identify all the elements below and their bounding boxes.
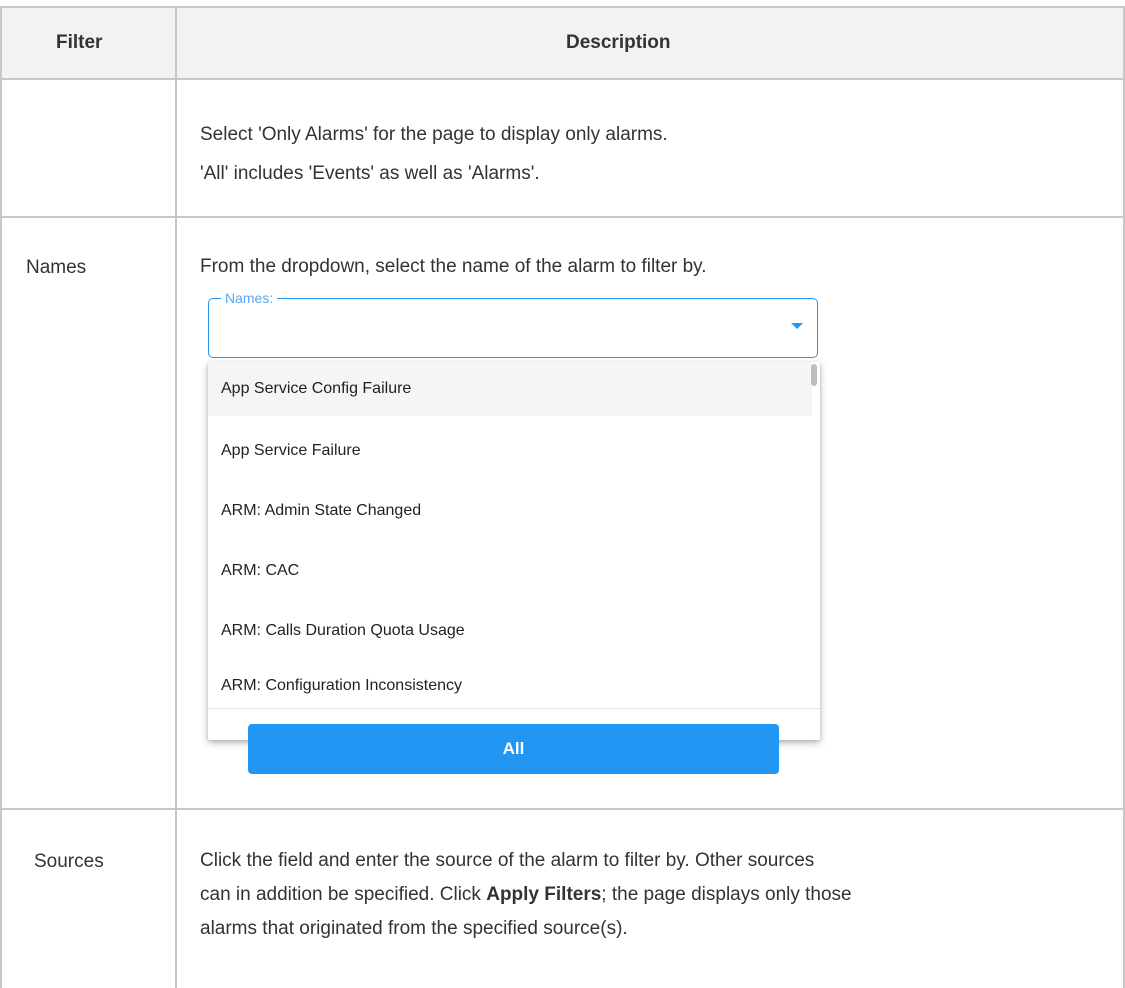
description-column-header: Description [566,32,671,53]
row-divider-1 [0,216,1125,218]
sources-description-line2: can in addition be specified. Click Appl… [200,884,852,906]
table-top-border [0,6,1125,8]
header-divider [0,78,1125,80]
sources-description-line1: Click the field and enter the source of … [200,850,815,871]
filters-table: Filter Description Select 'Only Alarms' … [0,0,1125,988]
dropdown-option[interactable]: ARM: Admin State Changed [208,484,812,538]
dropdown-option[interactable]: App Service Failure [208,424,812,478]
sources-line2-a: can in addition be specified. Click [200,884,487,905]
table-header [0,8,1125,78]
dropdown-option[interactable]: ARM: Configuration Inconsistency [208,660,812,708]
filter-sources-label: Sources [34,851,104,872]
row-divider-2 [0,808,1125,810]
chevron-down-icon[interactable] [791,323,803,329]
apply-filters-term: Apply Filters [486,884,602,905]
row-only-alarms-line2: 'All' includes 'Events' as well as 'Alar… [200,163,540,184]
sources-description-line3: alarms that originated from the specifie… [200,918,628,939]
sources-line2-b: ; the page displays only those [601,884,852,905]
dropdown-option[interactable]: App Service Config Failure [208,362,812,416]
filter-column-header: Filter [56,32,103,53]
dropdown-option[interactable]: ARM: Calls Duration Quota Usage [208,604,812,658]
row-only-alarms-line1: Select 'Only Alarms' for the page to dis… [200,124,668,145]
all-button[interactable]: All [248,724,779,774]
names-select-field[interactable]: Names: [208,290,818,358]
dropdown-divider [208,708,820,709]
names-field-legend: Names: [221,290,278,306]
dropdown-scrollbar[interactable] [811,364,817,386]
names-description: From the dropdown, select the name of th… [200,256,707,277]
names-options-menu: App Service Config Failure App Service F… [208,362,820,774]
filter-names-label: Names [26,257,87,278]
column-divider [175,6,177,988]
table-left-border [0,6,2,988]
dropdown-option[interactable]: ARM: CAC [208,544,812,598]
